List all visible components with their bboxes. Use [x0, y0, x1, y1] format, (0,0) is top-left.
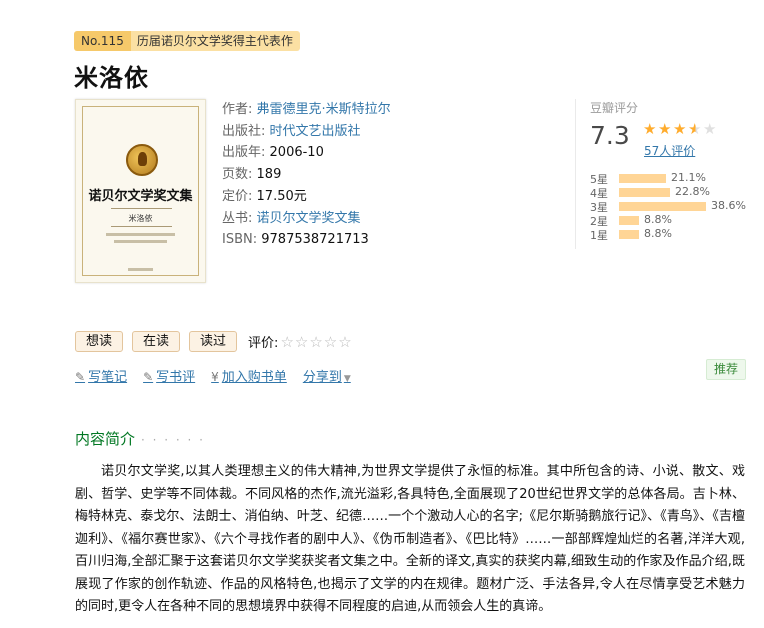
- info-pub-year: 出版年: 2006-10: [222, 145, 324, 161]
- write-note-link[interactable]: ✎ 写笔记: [75, 366, 127, 385]
- rating-panel: 豆瓣评分 7.3 ★ ★ ★ ★ ★ 57人评价: [590, 99, 716, 158]
- cover-series-title: 诺贝尔文学奖文集: [88, 189, 193, 204]
- ranking-badge[interactable]: No.115 历届诺贝尔文学奖得主代表作: [74, 31, 300, 51]
- cover-book-name: 米洛依: [128, 214, 153, 223]
- book-info: 作者: 弗雷德里克·米斯特拉尔 出版社: 时代文艺出版社 出版年: 2006-1…: [222, 99, 391, 251]
- rating-count-link[interactable]: 57人评价: [644, 142, 695, 159]
- share-link[interactable]: 分享到 ▼: [303, 366, 351, 385]
- star-icon: ★: [703, 120, 717, 138]
- rating-stars: ★ ★ ★ ★ ★: [643, 122, 718, 138]
- yen-icon: ¥: [211, 370, 219, 384]
- rate-star-icon[interactable]: ☆: [309, 333, 323, 351]
- cover-publisher-mark: [128, 268, 153, 271]
- book-title: 米洛依: [74, 64, 149, 92]
- info-price: 定价: 17.50元: [222, 188, 307, 204]
- book-actions: ✎ 写笔记 ✎ 写书评 ¥ 加入购书单 分享到 ▼: [75, 366, 367, 385]
- rating-bar: [619, 174, 666, 183]
- intro-heading: 内容简介 · · · · · ·: [75, 430, 205, 448]
- pencil-icon: ✎: [143, 370, 154, 384]
- rating-bar: [619, 202, 706, 211]
- add-to-cart-link[interactable]: ¥ 加入购书单: [211, 366, 287, 385]
- cover-fine-print: [106, 233, 175, 236]
- reading-button[interactable]: 在读: [132, 331, 181, 352]
- author-link[interactable]: 弗雷德里克·米斯特拉尔: [257, 102, 391, 117]
- series-link[interactable]: 诺贝尔文学奖文集: [257, 211, 361, 226]
- rating-bar: [619, 216, 639, 225]
- info-author: 作者: 弗雷德里克·米斯特拉尔: [222, 102, 391, 117]
- nobel-medal-icon: [126, 144, 158, 176]
- rate-star-icon[interactable]: ☆: [295, 333, 309, 351]
- star-icon: ★: [643, 120, 657, 138]
- pencil-icon: ✎: [75, 370, 86, 384]
- book-cover[interactable]: 诺贝尔文学奖文集 米洛依: [75, 99, 206, 283]
- write-review-link[interactable]: ✎ 写书评: [143, 366, 195, 385]
- intro-text: 诺贝尔文学奖,以其人类理想主义的伟大精神,为世界文学提供了永恒的标准。其中所包含…: [75, 464, 745, 614]
- reading-status-bar: 想读 在读 读过 评价: ☆☆☆☆☆: [75, 331, 353, 352]
- rate-star-icon[interactable]: ☆: [280, 333, 294, 351]
- recommend-button[interactable]: 推荐: [706, 359, 747, 380]
- want-to-read-button[interactable]: 想读: [75, 331, 124, 352]
- cover-fine-print: [114, 240, 167, 243]
- rating-bar: [619, 230, 639, 239]
- rating-divider: [575, 99, 576, 249]
- rate-star-icon[interactable]: ☆: [324, 333, 338, 351]
- have-read-button[interactable]: 读过: [189, 331, 238, 352]
- cover-divider: [111, 208, 172, 209]
- my-rating-label: 评价:: [248, 336, 279, 351]
- rate-star-icon[interactable]: ☆: [338, 333, 352, 351]
- caret-down-icon: ▼: [343, 374, 351, 384]
- rating-score: 7.3: [590, 121, 630, 150]
- rating-bar: [619, 188, 670, 197]
- ranking-number: No.115: [74, 31, 131, 51]
- star-icon: ★: [658, 120, 672, 138]
- star-icon: ★: [673, 120, 687, 138]
- publisher-link[interactable]: 时代文艺出版社: [270, 124, 361, 139]
- info-pages: 页数: 189: [222, 167, 282, 183]
- info-publisher: 出版社: 时代文艺出版社: [222, 123, 361, 139]
- info-series: 丛书: 诺贝尔文学奖文集: [222, 210, 361, 226]
- star-icon: ★: [688, 120, 702, 138]
- ranking-list-name: 历届诺贝尔文学奖得主代表作: [130, 31, 300, 51]
- cover-divider: [111, 226, 172, 227]
- rating-heading: 豆瓣评分: [590, 101, 639, 115]
- info-isbn: ISBN: 9787538721713: [222, 232, 369, 248]
- my-rating-stars: ☆☆☆☆☆: [280, 333, 352, 351]
